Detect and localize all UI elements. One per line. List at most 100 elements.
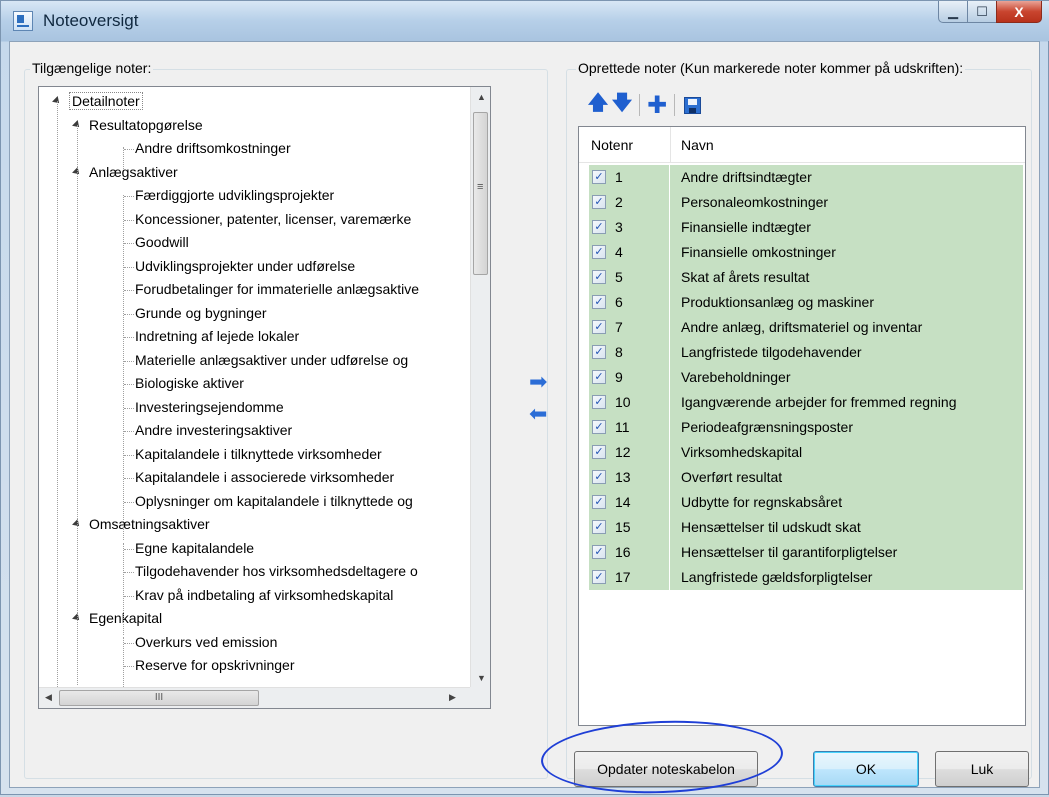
- tree-node[interactable]: Biologiske aktiver: [135, 372, 244, 395]
- include-checkbox[interactable]: ✓: [592, 570, 606, 584]
- scroll-right-arrow-icon[interactable]: ▶: [449, 692, 456, 703]
- note-number: 7: [615, 319, 623, 335]
- scroll-down-arrow-icon[interactable]: ▼: [477, 673, 486, 683]
- list-item[interactable]: ✓ 3 Finansielle indtægter: [589, 215, 1023, 240]
- column-header-notenr[interactable]: Notenr: [591, 127, 633, 163]
- tree-node[interactable]: Indretning af lejede lokaler: [135, 325, 299, 348]
- list-item[interactable]: ✓ 10 Igangværende arbejder for fremmed reg…: [589, 390, 1023, 415]
- tree-node-label: Forudbetalinger for immaterielle anlægsa…: [135, 281, 420, 297]
- tree-node[interactable]: Egenkapital: [89, 607, 162, 630]
- tree-node[interactable]: Overkurs ved emission: [135, 631, 277, 654]
- tree-node[interactable]: Kapitalandele i associerede virksomheder: [135, 466, 394, 489]
- include-checkbox[interactable]: ✓: [592, 345, 606, 359]
- tree-node[interactable]: Omsætningsaktiver: [89, 513, 210, 536]
- app-icon: [13, 11, 33, 31]
- close-window-button[interactable]: X: [996, 1, 1042, 23]
- tree-node[interactable]: Resultatopgørelse: [89, 114, 203, 137]
- title-bar[interactable]: Noteoversigt ▁ ☐ X: [1, 1, 1049, 41]
- ok-button[interactable]: OK: [813, 751, 919, 787]
- save-icon-button[interactable]: [680, 93, 704, 117]
- list-item[interactable]: ✓ 6 Produktionsanlæg og maskiner: [589, 290, 1023, 315]
- tree-node-label: Kapitalandele i associerede virksomheder: [135, 469, 395, 485]
- tree-node[interactable]: Udviklingsprojekter under udførelse: [135, 255, 355, 278]
- include-checkbox[interactable]: ✓: [592, 170, 606, 184]
- tree-node[interactable]: Koncessioner, patenter, licenser, varemæ…: [135, 208, 411, 231]
- tree-node[interactable]: Færdiggjorte udviklingsprojekter: [135, 184, 334, 207]
- tree-node[interactable]: Reserve for opskrivninger: [135, 654, 295, 677]
- scroll-left-arrow-icon[interactable]: ◀: [45, 692, 52, 703]
- list-item[interactable]: ✓ 17 Langfristede gældsforpligtelser: [589, 565, 1023, 590]
- tree-node[interactable]: Anlægsaktiver: [89, 161, 178, 184]
- include-checkbox[interactable]: ✓: [592, 545, 606, 559]
- include-checkbox[interactable]: ✓: [592, 270, 606, 284]
- tree-node[interactable]: Goodwill: [135, 231, 189, 254]
- noteoversigt-window: Noteoversigt ▁ ☐ X Tilgængelige noter: D…: [0, 0, 1049, 797]
- include-checkbox[interactable]: ✓: [592, 370, 606, 384]
- scroll-up-arrow-icon[interactable]: ▲: [477, 92, 486, 102]
- list-item[interactable]: ✓ 8 Langfristede tilgodehavender: [589, 340, 1023, 365]
- tree-node[interactable]: Krav på indbetaling af virksomhedskapita…: [135, 584, 393, 607]
- tree-connector: [124, 337, 134, 338]
- tree-node-label: Udviklingsprojekter under udførelse: [135, 257, 356, 274]
- tree-node[interactable]: Egne kapitalandele: [135, 537, 254, 560]
- include-checkbox[interactable]: ✓: [592, 470, 606, 484]
- include-checkbox[interactable]: ✓: [592, 220, 606, 234]
- include-checkbox[interactable]: ✓: [592, 245, 606, 259]
- column-header-navn[interactable]: Navn: [681, 127, 714, 163]
- include-checkbox[interactable]: ✓: [592, 420, 606, 434]
- list-item[interactable]: ✓ 11 Periodeafgrænsningsposter: [589, 415, 1023, 440]
- tree-node-label: Indretning af lejede lokaler: [135, 328, 300, 344]
- close-button[interactable]: Luk: [935, 751, 1029, 787]
- include-checkbox[interactable]: ✓: [592, 295, 606, 309]
- update-template-button[interactable]: Opdater noteskabelon: [574, 751, 758, 787]
- minimize-button[interactable]: ▁: [938, 1, 968, 23]
- tree-node[interactable]: Andre driftsomkostninger: [135, 137, 291, 160]
- list-item[interactable]: ✓ 1 Andre driftsindtægter: [589, 165, 1023, 190]
- tree-guide-line: [123, 543, 124, 635]
- tree-vertical-scroll-thumb[interactable]: [473, 112, 488, 275]
- list-item[interactable]: ✓ 12 Virksomhedskapital: [589, 440, 1023, 465]
- tree-node[interactable]: Andre investeringsaktiver: [135, 419, 292, 442]
- include-checkbox[interactable]: ✓: [592, 520, 606, 534]
- include-checkbox[interactable]: ✓: [592, 195, 606, 209]
- tree-vertical-scrollbar[interactable]: ▲ ▼: [470, 87, 490, 687]
- include-checkbox[interactable]: ✓: [592, 495, 606, 509]
- available-notes-tree[interactable]: Detailnoter Resultatopgørelse Andre drifts…: [38, 86, 491, 709]
- note-name: Finansielle omkostninger: [670, 240, 1023, 265]
- tree-node[interactable]: Forudbetalinger for immaterielle anlægsa…: [135, 278, 419, 301]
- tree-node[interactable]: Grunde og bygninger: [135, 302, 267, 325]
- tree-node[interactable]: Kapitalandele i tilknyttede virksomheder: [135, 443, 382, 466]
- note-number-cell: ✓ 11: [589, 415, 669, 440]
- add-note-arrow-icon[interactable]: ➡: [529, 371, 547, 393]
- remove-note-arrow-icon[interactable]: ⬅: [529, 403, 547, 425]
- plus-icon[interactable]: ✚: [645, 92, 669, 119]
- note-name: Virksomhedskapital: [670, 440, 1023, 465]
- tree-node[interactable]: Materielle anlægsaktiver under udførelse…: [135, 349, 408, 372]
- tree-horizontal-scrollbar[interactable]: ◀ III ▶: [39, 687, 471, 708]
- list-item[interactable]: ✓ 16 Hensættelser til garantiforpligtelser: [589, 540, 1023, 565]
- include-checkbox[interactable]: ✓: [592, 395, 606, 409]
- list-item[interactable]: ✓ 5 Skat af årets resultat: [589, 265, 1023, 290]
- created-notes-list[interactable]: Notenr Navn ✓ 1 Andre driftsindtægter ✓ 2 Per…: [578, 126, 1026, 726]
- list-item[interactable]: ✓ 4 Finansielle omkostninger: [589, 240, 1023, 265]
- tree-horizontal-scroll-thumb[interactable]: III: [59, 690, 259, 706]
- tree-node-label: Grunde og bygninger: [135, 304, 267, 321]
- list-item[interactable]: ✓ 13 Overført resultat: [589, 465, 1023, 490]
- tree-node[interactable]: Investeringsejendomme: [135, 396, 284, 419]
- note-number-cell: ✓ 15: [589, 515, 669, 540]
- list-item[interactable]: ✓ 15 Hensættelser til udskudt skat: [589, 515, 1023, 540]
- list-item[interactable]: ✓ 7 Andre anlæg, driftsmateriel og inventa…: [589, 315, 1023, 340]
- list-item[interactable]: ✓ 14 Udbytte for regnskabsåret: [589, 490, 1023, 515]
- list-item[interactable]: ✓ 9 Varebeholdninger: [589, 365, 1023, 390]
- maximize-button[interactable]: ☐: [967, 1, 997, 23]
- tree-node[interactable]: Detailnoter: [69, 90, 143, 113]
- tree-connector: [124, 243, 134, 244]
- note-number-cell: ✓ 13: [589, 465, 669, 490]
- list-item[interactable]: ✓ 2 Personaleomkostninger: [589, 190, 1023, 215]
- include-checkbox[interactable]: ✓: [592, 320, 606, 334]
- tree-node[interactable]: Oplysninger om kapitalandele i tilknytte…: [135, 490, 413, 513]
- arrow-down-icon[interactable]: 🡇: [610, 92, 634, 117]
- include-checkbox[interactable]: ✓: [592, 445, 606, 459]
- tree-node[interactable]: Tilgodehavender hos virksomhedsdeltagere…: [135, 560, 418, 583]
- arrow-up-icon[interactable]: 🡅: [586, 92, 610, 117]
